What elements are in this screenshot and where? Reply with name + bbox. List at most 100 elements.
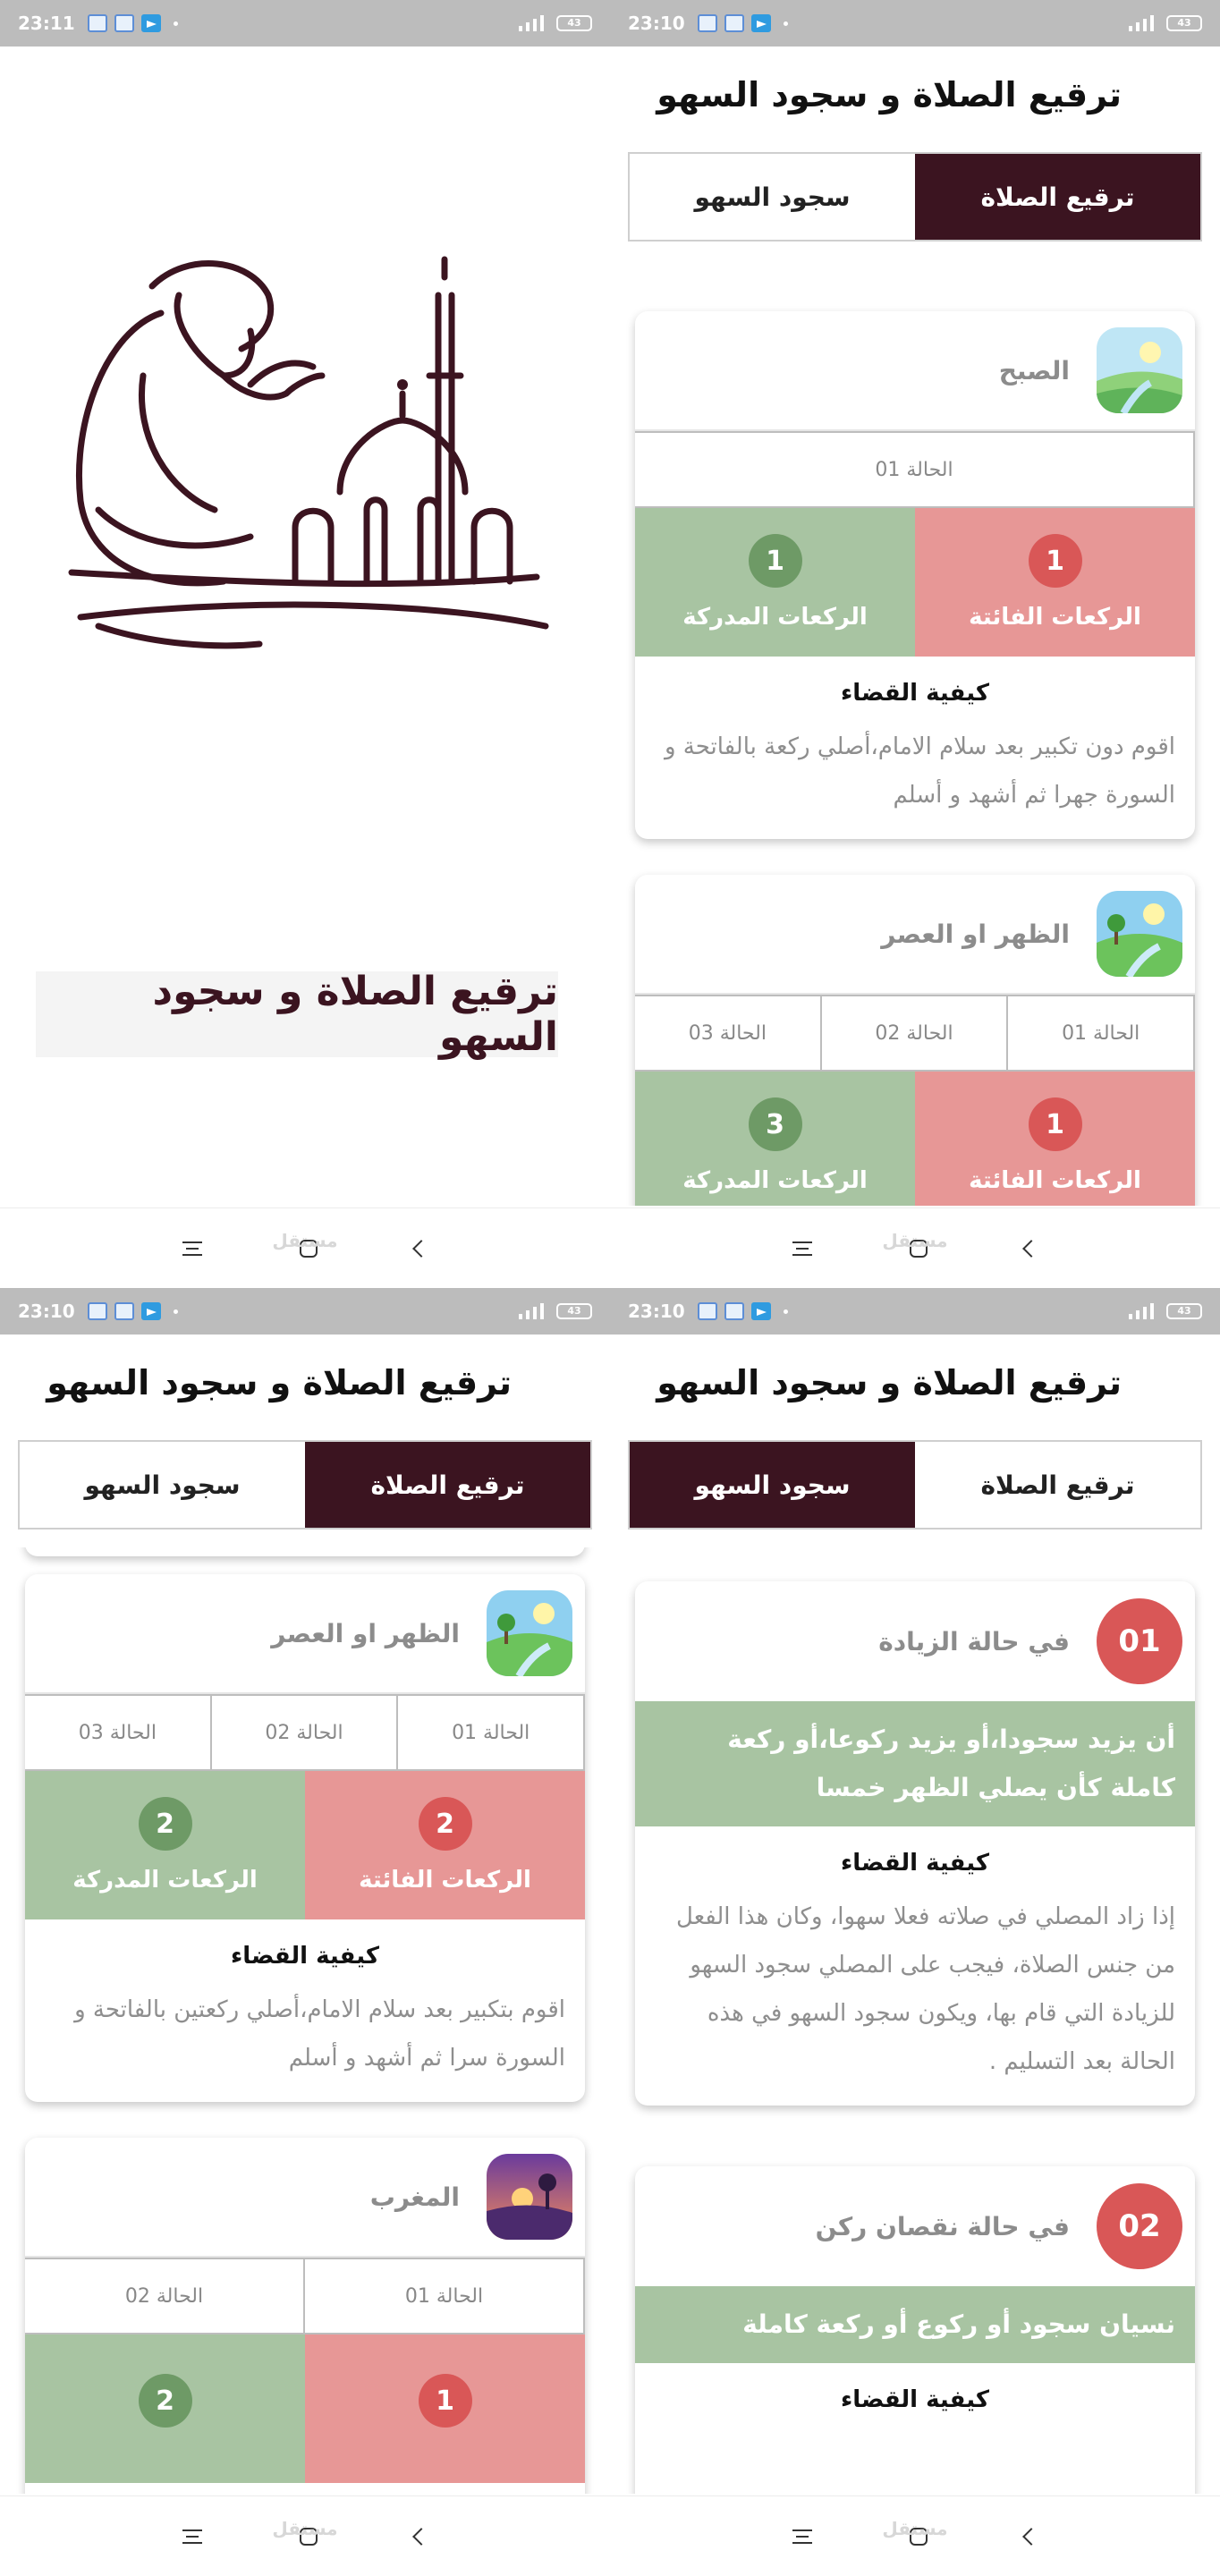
gallery-icon <box>114 14 134 32</box>
signal-icon: 43 <box>1129 15 1202 31</box>
sahw-card[interactable]: 01 في حالة الزيادة أن يزيد سجودا،أو يزيد… <box>635 1581 1195 2106</box>
caught-rakat: 3 الركعات المدركة <box>635 1072 915 1206</box>
case-button[interactable]: الحالة 01 <box>1006 995 1195 1072</box>
back-icon[interactable] <box>411 1239 430 1258</box>
sahw-title: في حالة نقصان ركن <box>815 2211 1070 2241</box>
tab-bar: ترقيع الصلاة سجود السهو <box>628 1440 1202 1530</box>
prayer-name: الظهر او العصر <box>271 1618 460 1648</box>
status-bar: 23:11 43 <box>0 0 610 47</box>
watermark: مستقل <box>272 1230 338 1251</box>
qada-heading: كيفية القضاء <box>841 680 989 707</box>
dot-icon <box>783 21 788 26</box>
tab-sahw[interactable]: سجود السهو <box>630 154 915 240</box>
sahw-summary: أن يزيد سجودا،أو يزيد ركوعا،أو ركعة كامل… <box>635 1701 1195 1826</box>
sahw-card[interactable]: 02 في حالة نقصان ركن نسيان سجود أو ركوع … <box>635 2166 1195 2494</box>
watermark: مستقل <box>272 2518 338 2539</box>
prayer-screen: 23:10 43 ترقيع الصلاة و سجود السهو ترقيع… <box>610 0 1220 1288</box>
prayer-card[interactable]: الظهر او العصر الحالة 01 الحالة 02 الحال… <box>25 1574 585 2102</box>
qada-heading: كيفية القضاء <box>231 1943 379 1970</box>
qada-text: إذا زاد المصلي في صلاته فعلا سهوا، وكان … <box>676 1903 1175 2075</box>
case-button[interactable]: الحالة 01 <box>635 431 1195 508</box>
sahw-number-badge: 02 <box>1097 2183 1182 2269</box>
caught-rakat: 2 الركعات المدركة <box>25 1771 305 1919</box>
caught-rakat: 1 الركعات المدركة <box>635 508 915 657</box>
tab-prayer[interactable]: ترقيع الصلاة <box>915 154 1200 240</box>
tab-sahw[interactable]: سجود السهو <box>20 1442 305 1528</box>
rakat-row: 1 الركعات الفائتة 3 الركعات المدركة <box>635 1072 1195 1206</box>
system-nav-bar: مستقل <box>0 1208 610 1288</box>
case-button[interactable]: الحالة 02 <box>819 995 1009 1072</box>
recent-apps-icon[interactable] <box>182 1241 203 1256</box>
telegram-icon <box>750 14 771 32</box>
cases-row: الحالة 01 الحالة 02 الحالة 03 <box>635 995 1195 1072</box>
gallery-icon <box>724 14 744 32</box>
status-bar: 23:10 43 <box>610 1288 1220 1335</box>
case-button[interactable]: الحالة 03 <box>635 995 822 1072</box>
rakat-row: 2 الركعات الفائتة 2 الركعات المدركة <box>25 1771 585 1919</box>
caught-count: 2 <box>138 2374 192 2428</box>
case-button[interactable]: الحالة 03 <box>25 1694 212 1771</box>
dusk-landscape-icon <box>487 2154 572 2240</box>
recent-apps-icon[interactable] <box>792 1241 813 1256</box>
prayer-card[interactable]: الظهر او العصر الحالة 01 الحالة 02 الحال… <box>635 875 1195 1206</box>
splash-screen: 23:11 43 ترقيع الصلاة و سجود السهو مستقل <box>0 0 610 1288</box>
cards-list: 01 في حالة الزيادة أن يزيد سجودا،أو يزيد… <box>610 1547 1220 2494</box>
battery-icon: 43 <box>556 15 592 31</box>
watermark: مستقل <box>882 2518 948 2539</box>
page-title: ترقيع الصلاة و سجود السهو <box>657 1363 1122 1402</box>
status-time: 23:11 <box>18 13 75 34</box>
case-button[interactable]: الحالة 02 <box>25 2258 305 2334</box>
page-title: ترقيع الصلاة و سجود السهو <box>47 1363 512 1402</box>
missed-label: الركعات الفائتة <box>969 604 1141 631</box>
back-icon[interactable] <box>411 2527 430 2546</box>
case-button[interactable]: الحالة 01 <box>303 2258 585 2334</box>
page-title: ترقيع الصلاة و سجود السهو <box>657 75 1122 114</box>
prayer-name: المغرب <box>369 2182 460 2212</box>
tab-prayer[interactable]: ترقيع الصلاة <box>915 1442 1200 1528</box>
missed-rakat: 1 الركعات الفائتة <box>915 508 1195 657</box>
missed-count: 1 <box>1028 1097 1082 1151</box>
recent-apps-icon[interactable] <box>182 2529 203 2544</box>
splash-title: ترقيع الصلاة و سجود السهو <box>36 969 558 1060</box>
qada-heading: كيفية القضاء <box>841 1850 989 1877</box>
cards-list: الصبح الحالة 01 1 الركعات الفائتة 1 الرك… <box>610 259 1220 1206</box>
prayer-name: الصبح <box>998 355 1070 386</box>
system-nav-bar: مستقل <box>610 1208 1220 1288</box>
telegram-icon <box>140 1302 161 1320</box>
prayer-screen-scrolled: 23:10 43 ترقيع الصلاة و سجود السهو ترقيع… <box>0 1288 610 2576</box>
caught-label: الركعات المدركة <box>682 1167 868 1194</box>
back-icon[interactable] <box>1021 2527 1040 2546</box>
sahw-title: في حالة الزيادة <box>878 1626 1070 1657</box>
system-nav-bar: مستقل <box>0 2496 610 2576</box>
back-icon[interactable] <box>1021 1239 1040 1258</box>
day-landscape-icon <box>487 1590 572 1676</box>
sahw-summary: نسيان سجود أو ركوع أو ركعة كاملة <box>635 2286 1195 2363</box>
caught-count: 3 <box>748 1097 802 1151</box>
cases-row: الحالة 01 الحالة 02 الحالة 03 <box>25 1694 585 1771</box>
gallery-icon <box>87 1302 107 1320</box>
tab-prayer[interactable]: ترقيع الصلاة <box>305 1442 590 1528</box>
day-landscape-icon <box>1097 891 1182 977</box>
cases-row: الحالة 01 الحالة 02 <box>25 2258 585 2334</box>
telegram-icon <box>750 1302 771 1320</box>
missed-label: الركعات الفائتة <box>969 1167 1141 1194</box>
prayer-card[interactable]: الصبح الحالة 01 1 الركعات الفائتة 1 الرك… <box>635 311 1195 839</box>
dot-icon <box>173 21 178 26</box>
cards-list: الظهر او العصر الحالة 01 الحالة 02 الحال… <box>0 1547 610 2494</box>
case-button[interactable]: الحالة 02 <box>209 1694 399 1771</box>
prayer-card-edge <box>25 1547 585 1556</box>
recent-apps-icon[interactable] <box>792 2529 813 2544</box>
cases-row: الحالة 01 <box>635 431 1195 508</box>
case-button[interactable]: الحالة 01 <box>396 1694 585 1771</box>
gallery-icon <box>87 14 107 32</box>
status-time: 23:10 <box>628 13 685 34</box>
missed-label: الركعات الفائتة <box>359 1867 531 1894</box>
dot-icon <box>173 1309 178 1314</box>
battery-icon: 43 <box>556 1303 592 1319</box>
prayer-card[interactable]: المغرب الحالة 01 الحالة 02 1 2 <box>25 2138 585 2494</box>
sahw-number-badge: 01 <box>1097 1598 1182 1684</box>
missed-count: 2 <box>418 1797 472 1851</box>
gallery-icon <box>724 1302 744 1320</box>
praying-man-mosque-logo <box>68 256 549 649</box>
tab-sahw[interactable]: سجود السهو <box>630 1442 915 1528</box>
